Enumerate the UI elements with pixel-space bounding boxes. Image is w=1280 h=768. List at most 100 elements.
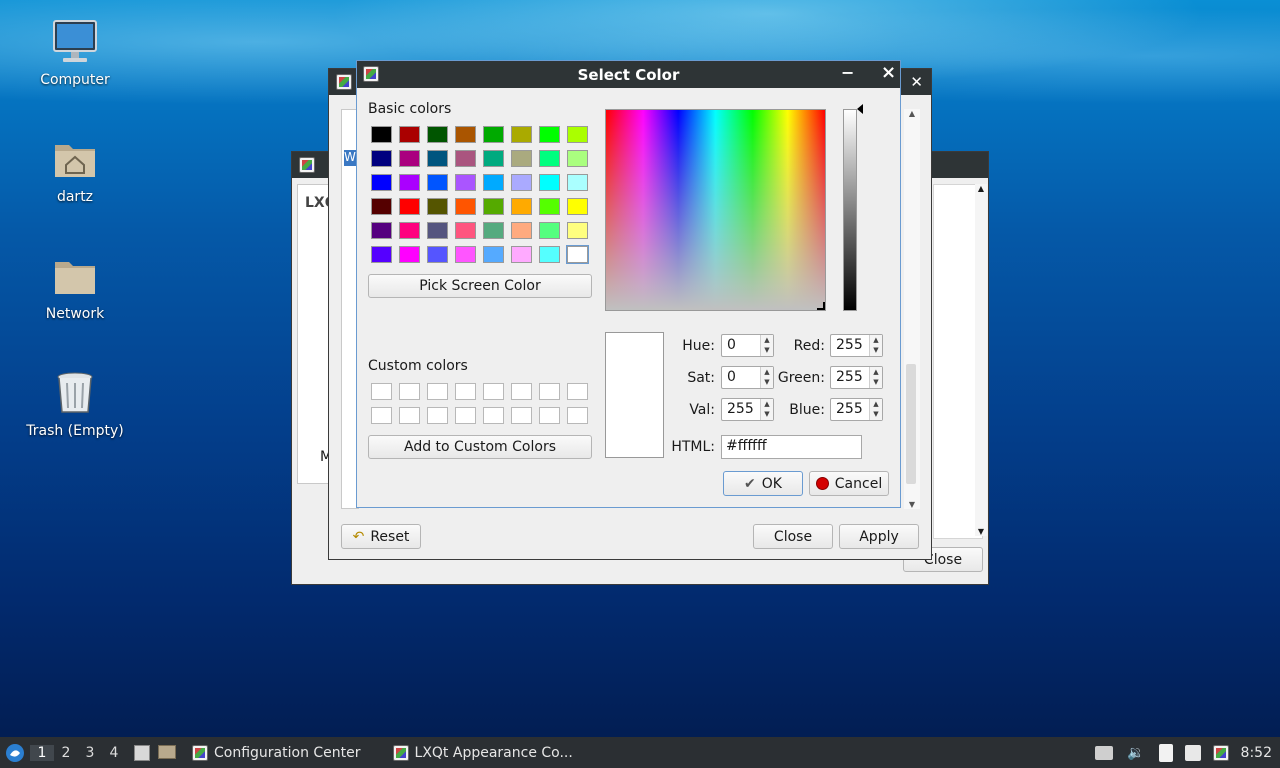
basic-color-swatch[interactable] (567, 150, 588, 167)
basic-color-swatch[interactable] (399, 198, 420, 215)
custom-color-slot[interactable] (399, 407, 420, 424)
custom-color-slot[interactable] (455, 383, 476, 400)
desktop-icon-computer[interactable]: Computer (20, 18, 130, 88)
red-spinbox[interactable]: 255 ▲ ▼ (830, 334, 883, 357)
desktop-icon-home[interactable]: dartz (20, 135, 130, 205)
close-icon[interactable]: × (881, 62, 896, 83)
basic-color-swatch[interactable] (427, 150, 448, 167)
close-button[interactable]: Close (753, 524, 833, 549)
scrollbar-thumb[interactable] (906, 364, 916, 484)
spin-arrows[interactable]: ▲ ▼ (869, 335, 882, 356)
custom-color-slot[interactable] (427, 407, 448, 424)
custom-color-slot[interactable] (371, 383, 392, 400)
basic-color-swatch[interactable] (399, 174, 420, 191)
basic-color-swatch[interactable] (371, 222, 392, 239)
custom-color-slot[interactable] (455, 407, 476, 424)
basic-color-swatch[interactable] (427, 246, 448, 263)
search-icon[interactable] (1184, 744, 1201, 761)
basic-color-swatch[interactable] (371, 174, 392, 191)
basic-color-swatch[interactable] (566, 245, 589, 264)
hue-saturation-picker[interactable] (605, 109, 826, 311)
basic-color-swatch[interactable] (539, 246, 560, 263)
basic-color-swatch[interactable] (399, 246, 420, 263)
basic-color-swatch[interactable] (455, 150, 476, 167)
basic-color-swatch[interactable] (567, 126, 588, 143)
basic-color-swatch[interactable] (427, 222, 448, 239)
basic-color-swatch[interactable] (455, 126, 476, 143)
clipboard-icon[interactable] (1158, 743, 1173, 762)
sat-spinbox[interactable]: 0 ▲ ▼ (721, 366, 774, 389)
basic-color-swatch[interactable] (511, 126, 532, 143)
workspace-4[interactable]: 4 (102, 745, 126, 761)
basic-color-swatch[interactable] (511, 222, 532, 239)
ok-button[interactable]: ✔ OK (723, 471, 803, 496)
spin-arrows[interactable]: ▲ ▼ (760, 335, 773, 356)
custom-color-slot[interactable] (483, 407, 504, 424)
basic-color-swatch[interactable] (427, 126, 448, 143)
basic-color-swatch[interactable] (483, 198, 504, 215)
val-spinbox[interactable]: 255 ▲ ▼ (721, 398, 774, 421)
basic-color-swatch[interactable] (399, 150, 420, 167)
custom-color-slot[interactable] (511, 383, 532, 400)
basic-color-swatch[interactable] (371, 246, 392, 263)
workspace-3[interactable]: 3 (78, 745, 102, 761)
scrollbar[interactable]: ▲ ▼ (975, 184, 987, 536)
cancel-button[interactable]: Cancel (809, 471, 889, 496)
custom-color-slot[interactable] (483, 383, 504, 400)
basic-color-swatch[interactable] (539, 222, 560, 239)
start-menu-button[interactable] (0, 737, 30, 768)
basic-color-swatch[interactable] (455, 246, 476, 263)
basic-color-swatch[interactable] (455, 174, 476, 191)
minimize-icon[interactable]: − (841, 63, 854, 82)
basic-color-swatch[interactable] (567, 222, 588, 239)
basic-color-swatch[interactable] (539, 150, 560, 167)
basic-color-swatch[interactable] (427, 174, 448, 191)
custom-color-slot[interactable] (567, 383, 588, 400)
basic-color-swatch[interactable] (399, 222, 420, 239)
task-configuration-center[interactable]: Configuration Center (182, 737, 371, 768)
workspace-2[interactable]: 2 (54, 745, 78, 761)
apply-button[interactable]: Apply (839, 524, 919, 549)
basic-color-swatch[interactable] (455, 222, 476, 239)
custom-color-slot[interactable] (371, 407, 392, 424)
blue-spinbox[interactable]: 255 ▲ ▼ (830, 398, 883, 421)
basic-color-swatch[interactable] (511, 246, 532, 263)
hue-spinbox[interactable]: 0 ▲ ▼ (721, 334, 774, 357)
basic-color-swatch[interactable] (455, 198, 476, 215)
basic-color-swatch[interactable] (371, 198, 392, 215)
spin-arrows[interactable]: ▲ ▼ (760, 399, 773, 420)
basic-color-swatch[interactable] (567, 174, 588, 191)
basic-color-swatch[interactable] (371, 150, 392, 167)
value-slider-arrow[interactable] (857, 104, 863, 114)
workspace-1[interactable]: 1 (30, 744, 54, 761)
select-color-dialog[interactable]: Select Color − × Basic colors Pick Scree… (356, 60, 901, 508)
basic-color-swatch[interactable] (539, 126, 560, 143)
basic-color-swatch[interactable] (539, 174, 560, 191)
basic-color-swatch[interactable] (427, 198, 448, 215)
spin-arrows[interactable]: ▲ ▼ (869, 367, 882, 388)
reset-button[interactable]: ↶ Reset (341, 524, 421, 549)
custom-color-slot[interactable] (539, 407, 560, 424)
basic-color-swatch[interactable] (483, 174, 504, 191)
basic-color-swatch[interactable] (399, 126, 420, 143)
basic-color-swatch[interactable] (483, 126, 504, 143)
basic-color-swatch[interactable] (567, 198, 588, 215)
clock[interactable]: 8:52 (1241, 745, 1272, 761)
volume-icon[interactable]: 🔉 (1127, 745, 1144, 761)
value-slider[interactable] (843, 109, 857, 311)
custom-color-slot[interactable] (567, 407, 588, 424)
custom-color-slot[interactable] (399, 383, 420, 400)
basic-color-swatch[interactable] (511, 198, 532, 215)
task-lxqt-appearance[interactable]: LXQt Appearance Co... (383, 737, 583, 768)
terminal-launcher-icon[interactable] (134, 744, 150, 761)
basic-color-swatch[interactable] (511, 150, 532, 167)
green-spinbox[interactable]: 255 ▲ ▼ (830, 366, 883, 389)
basic-color-swatch[interactable] (483, 150, 504, 167)
custom-color-slot[interactable] (539, 383, 560, 400)
add-to-custom-colors-button[interactable]: Add to Custom Colors (368, 435, 592, 459)
basic-color-swatch[interactable] (539, 198, 560, 215)
desktop-icon-trash[interactable]: Trash (Empty) (20, 369, 130, 439)
keyboard-icon[interactable] (1095, 745, 1114, 760)
custom-color-slot[interactable] (427, 383, 448, 400)
config-tray-icon[interactable] (1212, 744, 1229, 761)
